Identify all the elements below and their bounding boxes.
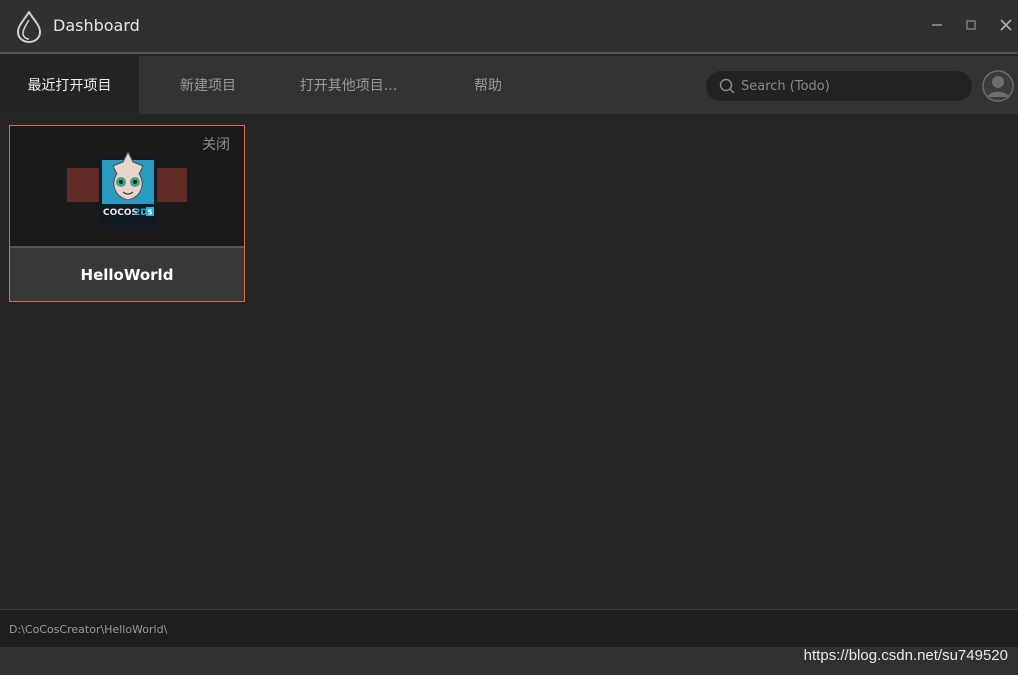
bottom-strip: https://blog.csdn.net/su749520 [0, 647, 1018, 675]
watermark-text: https://blog.csdn.net/su749520 [803, 647, 1008, 664]
search-icon [719, 78, 735, 94]
project-thumbnail: COCOS 2D 5 关闭 [10, 126, 244, 246]
close-icon [1000, 19, 1012, 31]
project-card[interactable]: COCOS 2D 5 关闭 HelloWorld [9, 125, 245, 302]
tab-recent-projects[interactable]: 最近打开项目 [0, 56, 139, 114]
svg-text:COCOS: COCOS [103, 208, 138, 218]
close-window-button[interactable] [995, 14, 1017, 36]
search-input[interactable] [741, 78, 961, 94]
avatar[interactable] [982, 70, 1014, 102]
maximize-icon [966, 20, 976, 30]
project-path: D:\CoCosCreator\HelloWorld\ [9, 623, 168, 636]
title-bar: Dashboard [0, 0, 1018, 54]
maximize-button[interactable] [960, 14, 982, 36]
project-close-button[interactable]: 关闭 [202, 134, 230, 154]
svg-text:5: 5 [148, 209, 153, 217]
search-box [706, 71, 972, 101]
minimize-button[interactable] [926, 14, 948, 36]
cocos2d-logo-icon: COCOS 2D 5 [99, 150, 157, 226]
app-logo-icon [16, 11, 42, 43]
app-title: Dashboard [53, 16, 140, 35]
tab-new-project[interactable]: 新建项目 [139, 56, 277, 114]
nav-bar: 最近打开项目 新建项目 打开其他项目... 帮助 [0, 56, 1018, 114]
tab-help[interactable]: 帮助 [420, 56, 556, 114]
project-name: HelloWorld [10, 248, 244, 301]
minimize-icon [932, 24, 942, 26]
svg-text:2D: 2D [134, 208, 148, 218]
status-bar: D:\CoCosCreator\HelloWorld\ [0, 609, 1018, 647]
user-avatar-icon [982, 70, 1014, 102]
tab-open-other-project[interactable]: 打开其他项目... [277, 56, 420, 114]
